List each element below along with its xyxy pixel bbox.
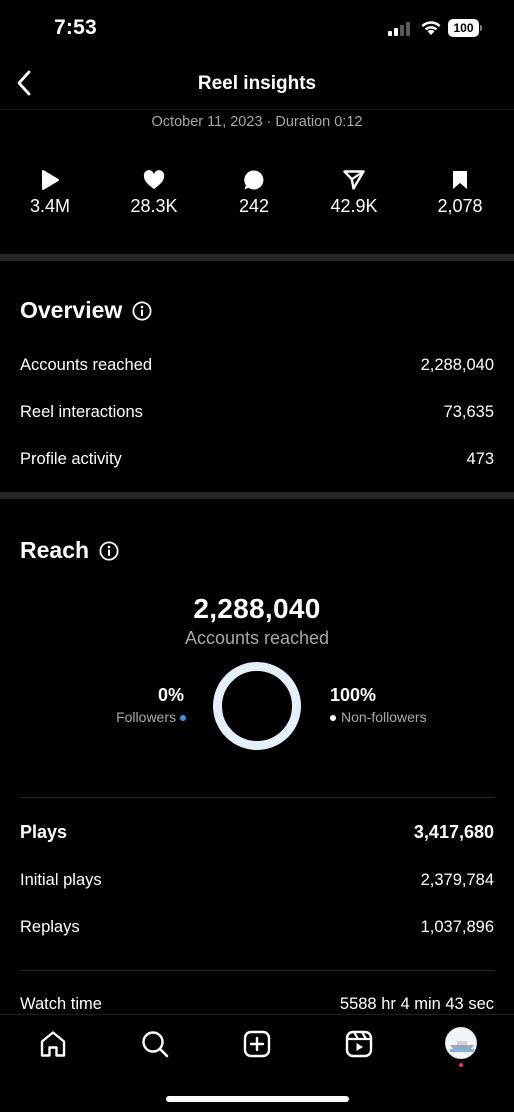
notification-dot xyxy=(459,1063,463,1067)
row-value: 2,288,040 xyxy=(420,356,494,374)
metric-likes: 28.3K xyxy=(109,168,199,217)
overview-row-accounts-reached[interactable]: Accounts reached 2,288,040 xyxy=(20,356,494,375)
overview-row-reel-interactions[interactable]: Reel interactions 73,635 xyxy=(20,403,494,422)
nav-reels[interactable] xyxy=(342,1027,376,1061)
home-icon xyxy=(40,1031,66,1057)
status-bar: 7:53 100 xyxy=(0,0,514,58)
row-label: Watch time xyxy=(20,995,102,1013)
play-icon xyxy=(42,170,59,190)
row-value: 2,379,784 xyxy=(420,871,494,889)
nav-home[interactable] xyxy=(36,1027,70,1061)
nav-search[interactable] xyxy=(138,1027,172,1061)
plays-row-initial: Initial plays 2,379,784 xyxy=(20,871,494,890)
reels-icon xyxy=(345,1030,373,1058)
nav-create[interactable] xyxy=(240,1027,274,1061)
nonfollowers-label: Non-followers xyxy=(341,709,427,725)
metric-shares: 42.9K xyxy=(309,168,399,217)
info-icon[interactable] xyxy=(99,540,119,561)
battery-icon: 100 xyxy=(448,19,483,37)
row-label: Initial plays xyxy=(20,871,102,889)
metric-value: 42.9K xyxy=(330,196,378,216)
nonfollowers-legend: Non-followers xyxy=(330,709,427,725)
wifi-icon xyxy=(421,21,441,35)
header: Reel insights xyxy=(0,58,514,110)
nonfollowers-dot xyxy=(330,715,336,722)
divider xyxy=(20,797,494,798)
overview-title: Overview xyxy=(20,297,123,323)
reel-date-duration: October 11, 2023 · Duration 0:12 xyxy=(151,114,363,130)
row-label: Replays xyxy=(20,918,80,936)
plays-total-row: Plays 3,417,680 xyxy=(20,822,494,843)
create-icon xyxy=(243,1030,271,1058)
bookmark-icon xyxy=(453,171,467,189)
nonfollowers-percent: 100% xyxy=(330,685,377,705)
share-icon xyxy=(343,170,365,190)
followers-dot xyxy=(180,715,186,722)
metric-value: 3.4M xyxy=(29,196,71,216)
row-label: Accounts reached xyxy=(20,356,153,374)
reach-total-label: Accounts reached xyxy=(184,628,330,648)
avatar xyxy=(446,1028,476,1058)
page-title: Reel insights xyxy=(197,73,317,94)
metric-value: 242 xyxy=(238,196,270,216)
reach-total: 2,288,040 xyxy=(193,593,321,624)
metric-saves: 2,078 xyxy=(415,168,505,217)
reach-donut-chart xyxy=(213,662,301,750)
metric-comments: 242 xyxy=(209,168,299,217)
followers-label: Followers xyxy=(116,709,176,725)
section-divider xyxy=(0,492,514,499)
divider xyxy=(20,970,494,971)
row-label: Profile activity xyxy=(20,450,122,468)
heart-icon xyxy=(143,170,165,190)
metric-value: 2,078 xyxy=(437,196,483,216)
info-icon[interactable] xyxy=(132,300,152,321)
donut-segment-nonfollowers xyxy=(213,662,301,750)
home-indicator xyxy=(166,1096,349,1102)
row-label: Reel interactions xyxy=(20,403,143,421)
row-value: 73,635 xyxy=(443,403,494,421)
metric-plays: 3.4M xyxy=(5,168,95,217)
reach-heading: Reach xyxy=(20,537,119,564)
metrics-row: 3.4M 28.3K 242 42.9K 2,078 xyxy=(0,168,514,228)
cellular-signal-icon xyxy=(388,22,410,36)
comment-icon xyxy=(244,170,264,190)
section-divider xyxy=(0,254,514,261)
row-value: 5588 hr 4 min 43 sec xyxy=(339,995,494,1013)
search-icon xyxy=(142,1031,169,1058)
row-value: 473 xyxy=(466,450,494,468)
row-value: 1,037,896 xyxy=(420,918,494,936)
status-time: 7:53 xyxy=(54,16,97,39)
followers-legend: Followers xyxy=(60,709,186,725)
battery-level: 100 xyxy=(448,19,479,37)
plays-label: Plays xyxy=(20,822,68,842)
overview-heading: Overview xyxy=(20,297,152,324)
metric-value: 28.3K xyxy=(130,196,178,216)
plays-row-replays: Replays 1,037,896 xyxy=(20,918,494,937)
followers-percent: 0% xyxy=(157,685,184,705)
plays-value: 3,417,680 xyxy=(413,822,494,842)
reach-title: Reach xyxy=(20,537,90,563)
watch-time-row: Watch time 5588 hr 4 min 43 sec xyxy=(20,995,494,1014)
nav-profile-avatar[interactable] xyxy=(445,1027,477,1059)
overview-row-profile-activity[interactable]: Profile activity 473 xyxy=(20,450,494,469)
